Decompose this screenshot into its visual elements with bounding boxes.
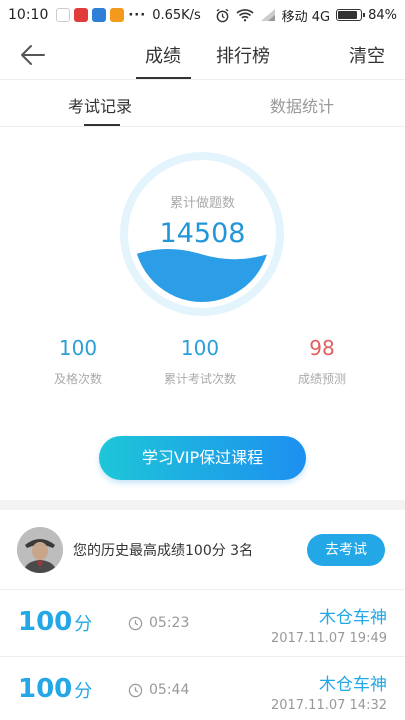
stat-score-prediction: 98 成绩预测	[252, 336, 392, 387]
list-item[interactable]: 100 分 05:44 木仓车神 2017.11.07 14:32	[0, 658, 405, 720]
record-duration: 05:44	[128, 682, 189, 698]
duration-text: 05:44	[149, 682, 190, 698]
wifi-icon	[236, 9, 254, 22]
tab-exam-records[interactable]: 考试记录	[68, 93, 132, 117]
record-duration: 05:23	[128, 615, 189, 631]
sub-tabs: 考试记录 数据统计	[0, 81, 405, 127]
stat-value: 98	[309, 336, 335, 360]
alarm-icon	[216, 8, 229, 22]
status-time: 10:10	[8, 7, 49, 23]
stat-label: 成绩预测	[297, 372, 346, 386]
list-item[interactable]: 100 分 05:23 木仓车神 2017.11.07 19:49	[0, 591, 405, 657]
clock-icon	[128, 683, 143, 697]
total-questions-value: 14508	[159, 218, 246, 249]
stat-label: 累计考试次数	[163, 372, 236, 386]
more-notifications-icon: ···	[128, 7, 147, 23]
app-notification-icon	[56, 8, 71, 22]
best-score-row: 您的历史最高成绩100分 3名 去考试	[0, 510, 405, 590]
app-notification-icon	[74, 8, 89, 22]
tab-score[interactable]: 成绩	[145, 42, 181, 68]
record-score: 100 分	[18, 607, 92, 637]
subtab-active-indicator	[84, 124, 120, 126]
network-speed: 0.65K/s	[152, 7, 201, 23]
stat-exam-count: 100 累计考试次数	[130, 336, 270, 387]
tab-ranking[interactable]: 排行榜	[216, 42, 270, 68]
go-exam-button[interactable]: 去考试	[307, 534, 385, 566]
signal-icon	[260, 9, 275, 21]
record-date: 2017.11.07 14:32	[270, 698, 387, 713]
record-date: 2017.11.07 19:49	[270, 631, 387, 646]
top-nav: 成绩 排行榜 清空	[0, 30, 405, 80]
back-arrow-icon[interactable]	[18, 40, 48, 70]
score-value: 100	[18, 607, 73, 637]
tab-active-indicator	[136, 77, 191, 79]
score-unit: 分	[74, 614, 93, 635]
record-score: 100 分	[18, 674, 92, 704]
score-unit: 分	[74, 681, 93, 702]
duration-text: 05:23	[149, 615, 190, 631]
status-bar: 10:10 ··· 0.65K/s 移动 4G 84%	[0, 0, 405, 30]
total-questions-label: 累计做题数	[169, 196, 235, 211]
user-name: 木仓车神	[319, 675, 387, 695]
carrier-label: 移动 4G	[281, 9, 331, 25]
battery-level: 84%	[368, 7, 397, 23]
section-divider	[0, 500, 405, 510]
vip-course-button[interactable]: 学习VIP保过课程	[99, 436, 306, 480]
app-notification-icon	[92, 8, 107, 22]
stat-value: 100	[180, 336, 220, 360]
app-notification-icon	[110, 8, 125, 22]
user-name: 木仓车神	[319, 608, 387, 628]
battery-icon	[336, 9, 366, 21]
score-value: 100	[18, 674, 73, 704]
stat-value: 100	[58, 336, 98, 360]
clock-icon	[128, 616, 143, 630]
clear-button[interactable]: 清空	[349, 42, 385, 68]
stat-label: 及格次数	[53, 372, 102, 386]
stat-pass-count: 100 及格次数	[8, 336, 148, 387]
tab-data-stats[interactable]: 数据统计	[270, 93, 334, 117]
avatar	[17, 527, 63, 573]
best-score-text: 您的历史最高成绩100分 3名	[73, 543, 254, 559]
